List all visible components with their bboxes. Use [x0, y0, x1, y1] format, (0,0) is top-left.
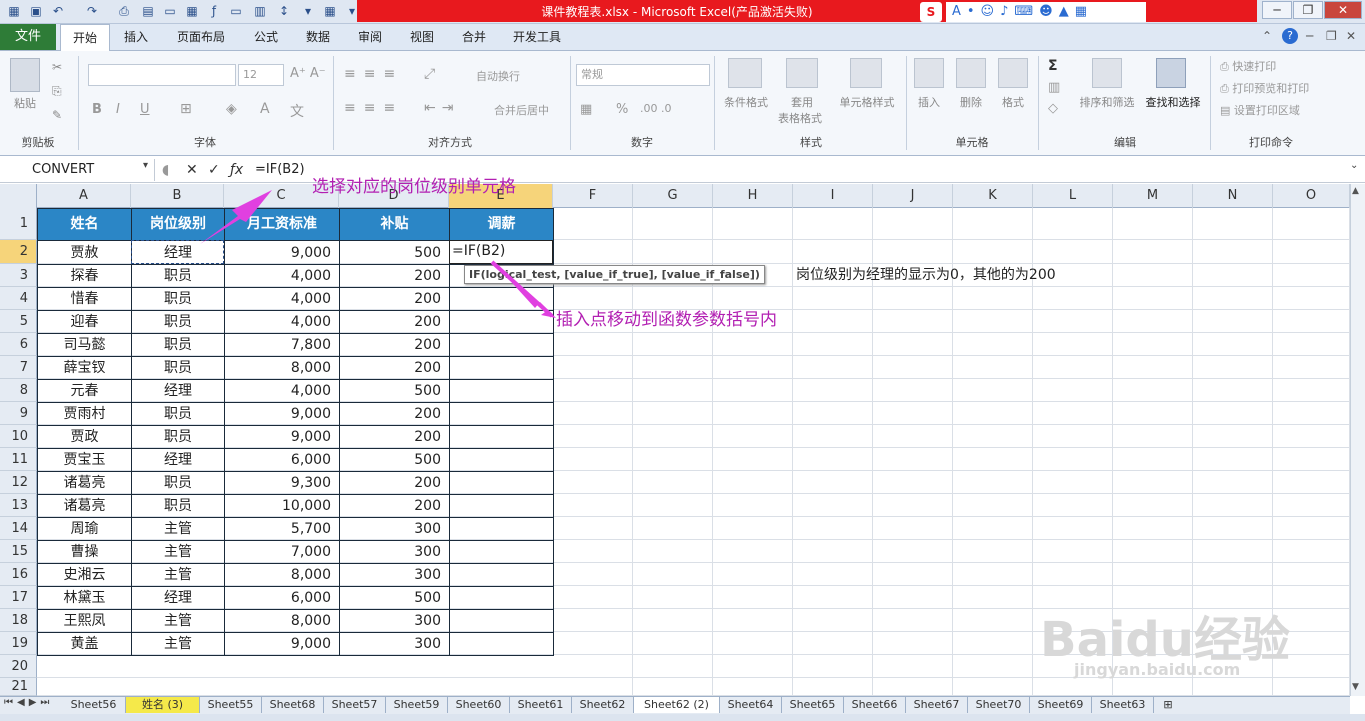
sheet-tab[interactable]: Sheet62 (2) — [634, 697, 720, 713]
new-sheet-icon[interactable]: ⊞ — [1158, 697, 1178, 713]
vertical-scrollbar[interactable] — [1350, 184, 1365, 696]
sheet-tab[interactable]: Sheet66 — [844, 697, 906, 713]
annotation-cursor: 插入点移动到函数参数括号内 — [556, 310, 777, 330]
sheet-nav-icons[interactable]: ⏮◀▶⏭ — [4, 697, 53, 708]
sheet-tab[interactable]: Sheet63 — [1092, 697, 1154, 713]
scroll-down-icon[interactable]: ▼ — [1352, 682, 1359, 692]
arrow-to-e2-shaft — [490, 260, 554, 318]
sheet-tab[interactable]: Sheet55 — [200, 697, 262, 713]
arrow-to-b2 — [200, 190, 272, 244]
sheet-tab[interactable]: Sheet61 — [510, 697, 572, 713]
status-bar — [0, 714, 1365, 721]
sheet-tab[interactable]: Sheet68 — [262, 697, 324, 713]
sheet-tab[interactable]: Sheet59 — [386, 697, 448, 713]
sheet-tab[interactable]: Sheet64 — [720, 697, 782, 713]
sheet-tab[interactable]: Sheet60 — [448, 697, 510, 713]
sheet-tab[interactable]: Sheet67 — [906, 697, 968, 713]
sheet-tab[interactable]: Sheet62 — [572, 697, 634, 713]
watermark-url: jingyan.baidu.com — [1074, 660, 1241, 679]
annotation-select-cell: 选择对应的岗位级别单元格 — [312, 177, 516, 197]
sheet-tab[interactable]: Sheet70 — [968, 697, 1030, 713]
sheet-tab[interactable]: Sheet57 — [324, 697, 386, 713]
sheet-tab[interactable]: Sheet65 — [782, 697, 844, 713]
sheet-tab[interactable]: 姓名 (3) — [126, 697, 200, 713]
scroll-up-icon[interactable]: ▲ — [1352, 186, 1359, 196]
sheet-tab[interactable]: Sheet69 — [1030, 697, 1092, 713]
sheet-tab[interactable]: Sheet56 — [62, 697, 126, 713]
